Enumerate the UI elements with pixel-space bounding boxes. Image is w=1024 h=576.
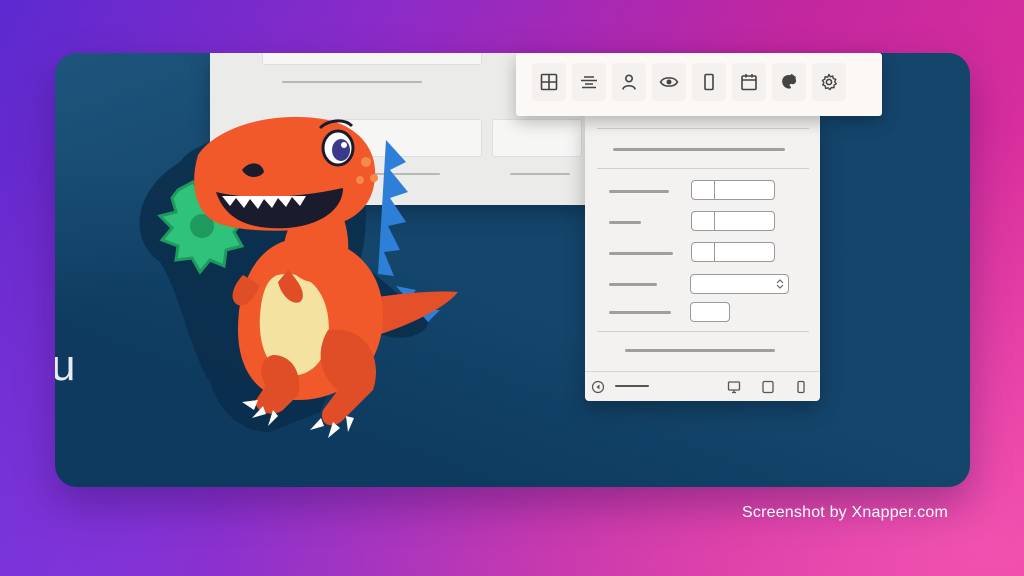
- divider: [597, 331, 809, 332]
- divider: [597, 128, 809, 129]
- align-center-icon: [581, 76, 597, 89]
- back-arrow-icon[interactable]: [591, 380, 605, 394]
- placeholder-block: [262, 53, 482, 65]
- panel-heading-placeholder: [613, 148, 785, 151]
- tablet-icon[interactable]: [761, 380, 775, 394]
- layout-grid-button[interactable]: [532, 63, 566, 101]
- user-button[interactable]: [612, 63, 646, 101]
- number-stepper-field[interactable]: [691, 180, 775, 200]
- panel-footer-placeholder: [625, 349, 775, 352]
- divider: [597, 168, 809, 169]
- screenshot-credit: Screenshot by Xnapper.com: [742, 504, 949, 521]
- field-label-placeholder: [609, 311, 671, 314]
- number-stepper-field[interactable]: [691, 242, 775, 262]
- layout-grid-icon: [540, 73, 558, 91]
- desktop-icon[interactable]: [727, 380, 741, 394]
- eye-icon: [659, 77, 679, 87]
- settings-panel: [585, 116, 820, 401]
- mobile-frame-icon: [704, 73, 714, 91]
- calendar-button[interactable]: [732, 63, 766, 101]
- dinosaur-illustration: [139, 116, 458, 438]
- placeholder-line: [510, 173, 570, 175]
- field-label-placeholder: [609, 252, 673, 255]
- panel-footer: [585, 371, 820, 401]
- user-icon: [622, 74, 636, 90]
- partial-heading-text: u: [55, 341, 76, 390]
- mobile-frame-button[interactable]: [692, 63, 726, 101]
- mobile-icon[interactable]: [794, 380, 808, 394]
- align-center-button[interactable]: [572, 63, 606, 101]
- settings-button[interactable]: [812, 63, 846, 101]
- placeholder-block: [492, 119, 582, 157]
- select-dropdown[interactable]: [690, 274, 789, 294]
- preview-button[interactable]: [652, 63, 686, 101]
- text-input-field[interactable]: [690, 302, 730, 322]
- palette-button[interactable]: [772, 63, 806, 101]
- placeholder-line: [282, 81, 422, 83]
- number-stepper-field[interactable]: [691, 211, 775, 231]
- palette-icon: [782, 73, 797, 89]
- field-label-placeholder: [609, 221, 641, 224]
- gear-icon: [821, 73, 837, 91]
- select-arrows-icon: [776, 279, 784, 289]
- footer-label-placeholder: [615, 385, 649, 387]
- calendar-icon: [741, 74, 757, 91]
- field-label-placeholder: [609, 283, 657, 286]
- editor-toolbar: [516, 53, 882, 116]
- field-label-placeholder: [609, 190, 669, 193]
